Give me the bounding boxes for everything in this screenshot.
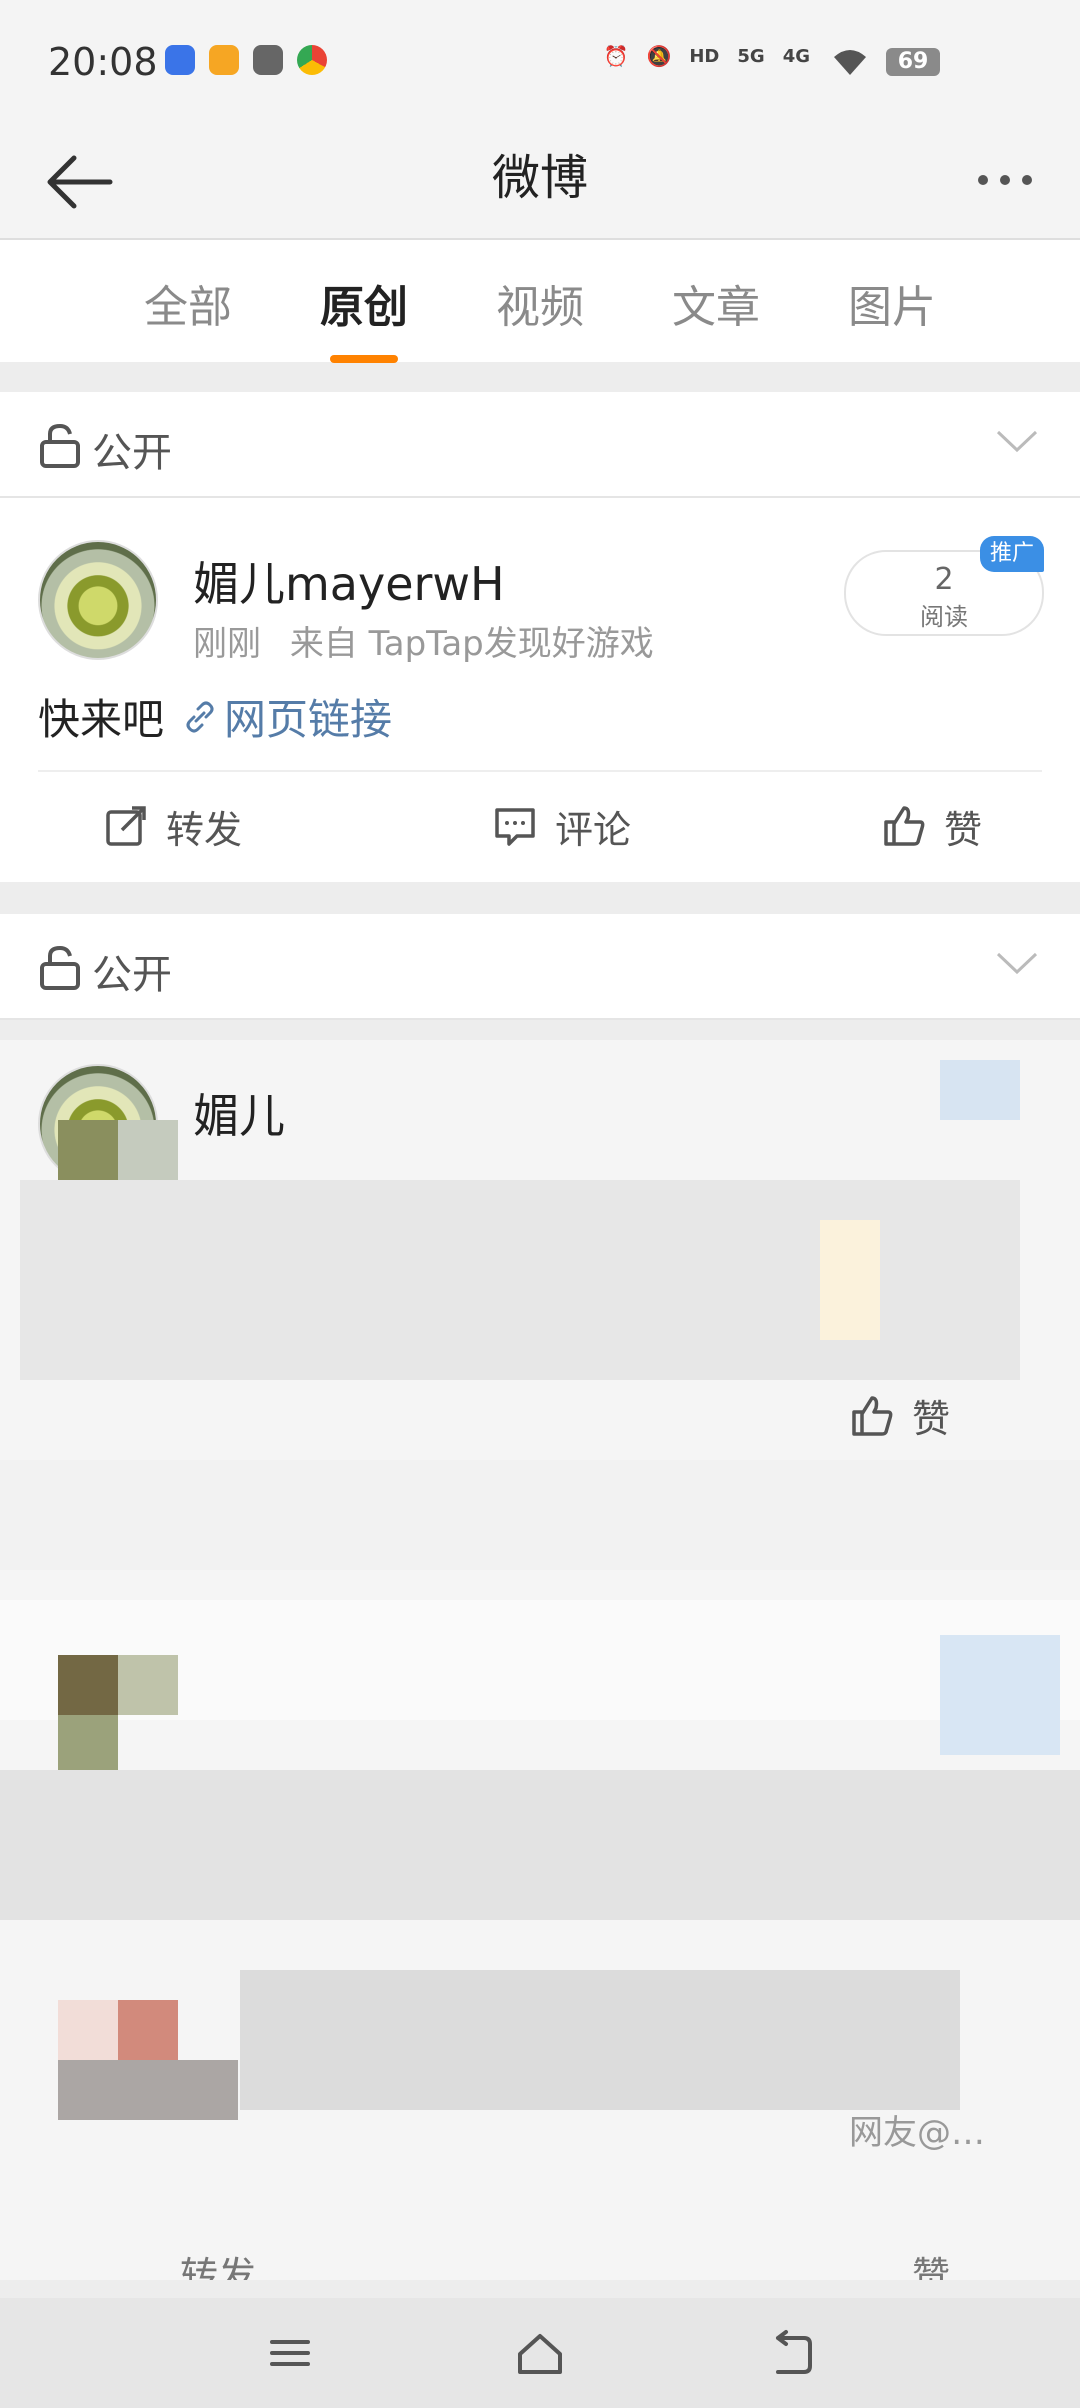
more-dot xyxy=(1022,175,1032,185)
pixel-block xyxy=(58,1120,118,1180)
comment-icon xyxy=(495,808,535,846)
back-nav-button[interactable] xyxy=(755,2323,825,2383)
pixel-block xyxy=(940,1635,1060,1755)
top-app-bar: 微博 xyxy=(0,120,1080,240)
weibo-icon xyxy=(209,45,239,75)
tab-video[interactable]: 视频 xyxy=(496,267,584,335)
chrome-icon xyxy=(297,45,327,75)
post-source: 来自 TapTap发现好游戏 xyxy=(289,624,654,664)
pixel-block xyxy=(58,1655,118,1715)
tab-all[interactable]: 全部 xyxy=(144,267,232,335)
home-icon xyxy=(518,2334,562,2374)
more-dot xyxy=(978,175,988,185)
pixel-block xyxy=(940,1060,1020,1120)
back-icon xyxy=(776,2330,812,2374)
status-time: 20:08 xyxy=(48,40,158,84)
pixel-block xyxy=(58,2060,238,2120)
avatar[interactable] xyxy=(38,540,158,660)
signal-5g: 5G xyxy=(737,45,765,67)
more-dot xyxy=(1000,175,1010,185)
repost-label: 转发 xyxy=(166,807,243,852)
page-title: 微博 xyxy=(491,150,588,206)
more-button[interactable] xyxy=(960,150,1050,210)
tab-image[interactable]: 图片 xyxy=(848,267,936,335)
unlock-icon xyxy=(40,423,80,468)
thumbs-up-icon xyxy=(852,1395,893,1436)
alarm-icon: ⏰ xyxy=(603,44,629,68)
chevron-down-icon[interactable] xyxy=(994,426,1040,456)
tab-article[interactable]: 文章 xyxy=(672,267,760,335)
read-label: 阅读 xyxy=(920,603,968,631)
menu-icon xyxy=(270,2340,310,2366)
link-icon xyxy=(186,701,214,732)
visibility-row[interactable]: 公开 xyxy=(0,392,1080,498)
comment-button[interactable]: 评论 xyxy=(491,799,631,854)
post[interactable]: 媚儿mayerwH 刚刚 来自 TapTap发现好游戏 2 阅读 推广 快来吧 … xyxy=(0,498,1080,883)
baidu-icon xyxy=(165,45,195,75)
pixel-block xyxy=(118,1655,178,1715)
status-app-icons xyxy=(165,45,327,75)
pixel-block xyxy=(118,1120,178,1180)
post-actions: 转发 评论 赞 xyxy=(38,770,1042,880)
unlock-icon xyxy=(40,945,80,990)
pixel-block xyxy=(0,1770,1080,1920)
like-button[interactable]: 赞 xyxy=(880,799,982,854)
pixel-block xyxy=(0,1460,1080,1570)
like-label: 赞 xyxy=(943,807,982,852)
visibility-row[interactable]: 公开 xyxy=(0,914,1080,1020)
repost-label: 转发 xyxy=(180,2254,257,2280)
system-nav-bar xyxy=(0,2298,1080,2408)
post-card: 公开 xyxy=(0,914,1080,1020)
pixel-block xyxy=(820,1220,880,1340)
wifi-icon xyxy=(834,50,866,75)
post-card: 公开 媚儿mayerwH 刚刚 来自 TapTap发现好游戏 2 阅读 推广 快… xyxy=(0,392,1080,882)
user-name[interactable]: 媚儿mayerwH xyxy=(193,548,505,614)
home-button[interactable] xyxy=(505,2323,575,2383)
hd-icon: HD xyxy=(689,45,720,67)
visibility-label: 公开 xyxy=(92,952,172,998)
web-link[interactable]: 网页链接 xyxy=(182,686,392,747)
pixel-block xyxy=(118,2000,178,2060)
status-bar: 20:08 ⏰ 🔕 HD 5G 4G 69 xyxy=(0,0,1080,120)
chevron-down-icon[interactable] xyxy=(994,948,1040,978)
repost-button[interactable]: 转发 xyxy=(102,799,242,854)
comment-label: 评论 xyxy=(554,807,631,852)
post-time: 刚刚 xyxy=(193,624,261,664)
post-meta: 刚刚 来自 TapTap发现好游戏 xyxy=(193,616,654,665)
like-button[interactable]: 赞 xyxy=(848,1388,950,1443)
like-label: 赞 xyxy=(911,2254,950,2280)
app-icon xyxy=(253,45,283,75)
mention-text: 网友@… xyxy=(849,2113,985,2153)
like-label: 赞 xyxy=(911,1397,950,1441)
pixel-block xyxy=(58,2000,118,2060)
battery-icon: 69 xyxy=(886,48,940,76)
visibility-label: 公开 xyxy=(92,430,172,476)
blurred-content: 媚儿 网友@… 转发 赞 xyxy=(0,1040,1080,2280)
mute-icon: 🔕 xyxy=(646,44,672,68)
web-link-label: 网页链接 xyxy=(224,695,393,744)
pixel-block xyxy=(58,1715,118,1775)
tab-original[interactable]: 原创 xyxy=(320,267,408,363)
signal-4g: 4G xyxy=(782,45,810,67)
post-text: 快来吧 网页链接 xyxy=(38,686,392,747)
thumbs-up-icon xyxy=(884,806,925,846)
user-name: 媚儿 xyxy=(193,1089,285,1143)
pixel-block xyxy=(240,1970,960,2110)
repost-icon xyxy=(106,806,146,846)
post-body: 快来吧 xyxy=(38,695,165,744)
category-tabs: 全部 原创 视频 文章 图片 xyxy=(0,240,1080,363)
recents-button[interactable] xyxy=(255,2323,325,2383)
promo-badge[interactable]: 推广 xyxy=(980,536,1044,572)
